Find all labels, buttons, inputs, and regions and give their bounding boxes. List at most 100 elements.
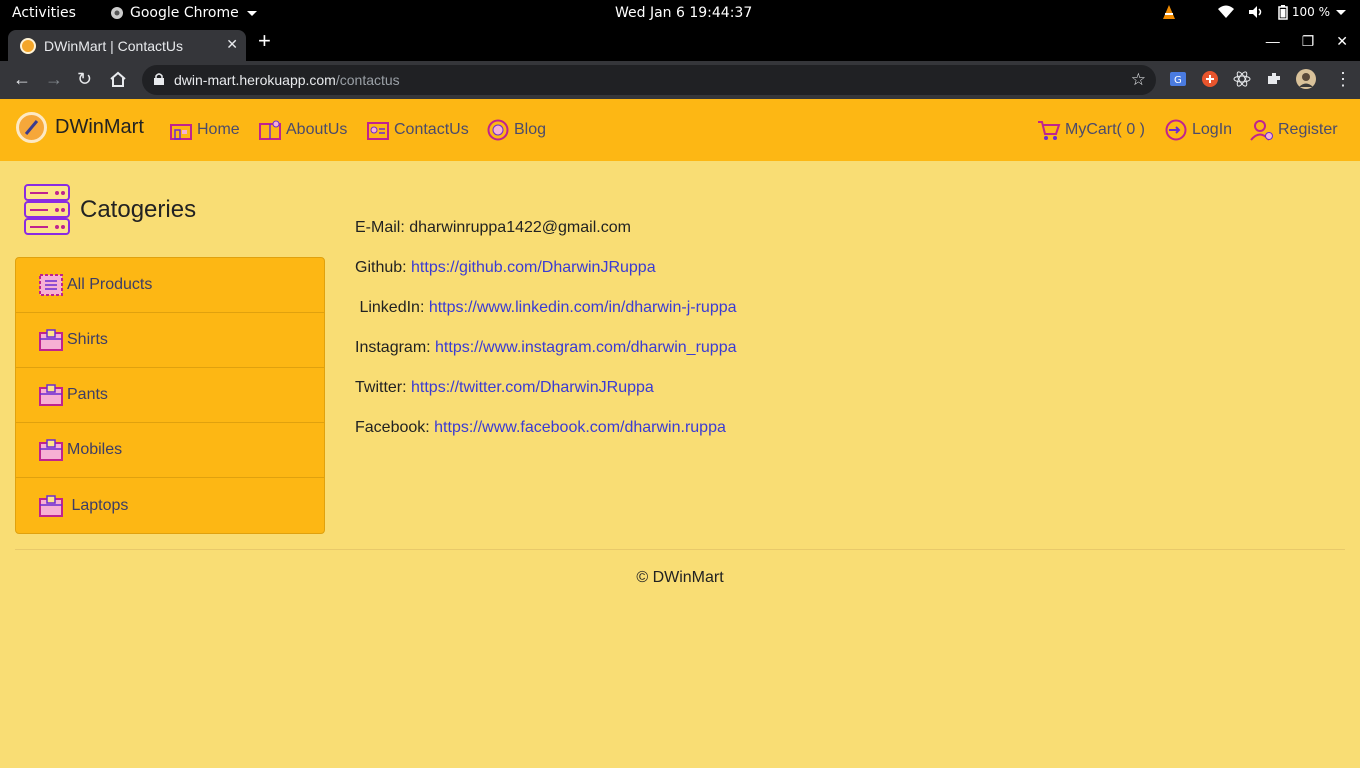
twitter-label: Twitter:: [355, 379, 412, 396]
tab-strip: DWinMart | ContactUs ✕: [0, 27, 1360, 61]
linkedin-link[interactable]: https://www.linkedin.com/in/dharwin-j-ru…: [429, 299, 737, 316]
browser-tab[interactable]: DWinMart | ContactUs ✕: [8, 30, 246, 61]
email-label: E-Mail:: [355, 219, 410, 236]
chevron-down-icon: [1336, 9, 1346, 15]
back-icon[interactable]: ←: [13, 69, 31, 89]
category-mobiles[interactable]: Mobiles: [16, 423, 324, 478]
footer-copyright: © DWinMart: [636, 569, 724, 586]
linkedin-label: LinkedIn:: [355, 299, 429, 316]
nav-home-label: Home: [197, 121, 240, 138]
nav-aboutus[interactable]: AboutUs: [258, 119, 347, 141]
nav-login-label: LogIn: [1192, 121, 1233, 138]
volume-icon: [1248, 6, 1262, 18]
plus-extension-icon[interactable]: [1201, 70, 1219, 88]
category-label: All Products: [67, 276, 153, 293]
battery-percent: 100 %: [1291, 5, 1330, 19]
category-label: Pants: [67, 386, 108, 403]
store-icon: [170, 124, 192, 140]
reload-icon[interactable]: ↻: [77, 69, 92, 89]
email-value: dharwinruppa1422@gmail.com: [409, 219, 631, 236]
box-icon: [39, 494, 63, 517]
category-label: Mobiles: [67, 441, 123, 458]
extensions-puzzle-icon[interactable]: [1265, 70, 1283, 88]
chevron-down-icon: [246, 10, 257, 16]
window-controls: — ❐ ✕: [1266, 33, 1348, 50]
address-bar[interactable]: dwin-mart.herokuapp.com/contactus ☆: [142, 65, 1156, 95]
os-top-bar: Activities Google Chrome Wed Jan 6 19:44…: [0, 0, 1360, 27]
clock[interactable]: Wed Jan 6 19:44:37: [615, 5, 752, 21]
tab-title: DWinMart | ContactUs: [44, 38, 183, 54]
contact-info: E-Mail: dharwinruppa1422@gmail.com Githu…: [355, 219, 737, 459]
login-icon: [1165, 119, 1187, 141]
svg-text:G: G: [1174, 75, 1182, 86]
instagram-link[interactable]: https://www.instagram.com/dharwin_ruppa: [435, 339, 736, 356]
brand-name: DWinMart: [55, 116, 144, 138]
user-add-icon: [1250, 120, 1273, 141]
profile-avatar[interactable]: [1295, 68, 1317, 90]
bookmark-star-icon[interactable]: ☆: [1131, 70, 1146, 90]
nav-blog[interactable]: Blog: [486, 119, 546, 141]
brand-link[interactable]: DWinMart: [16, 112, 144, 143]
contact-twitter-row: Twitter: https://twitter.com/DharwinJRup…: [355, 379, 737, 419]
url-path: /contactus: [335, 72, 400, 88]
category-label: Shirts: [67, 331, 108, 348]
contact-linkedin-row: LinkedIn: https://www.linkedin.com/in/dh…: [355, 299, 737, 339]
home-icon[interactable]: [109, 71, 127, 88]
nav-aboutus-label: AboutUs: [286, 121, 348, 138]
footer-divider: [15, 549, 1345, 550]
forward-icon[interactable]: →: [45, 69, 63, 89]
category-laptops[interactable]: Laptops: [16, 478, 324, 533]
nav-contactus[interactable]: ContactUs: [366, 119, 469, 141]
cart-icon: [1038, 121, 1061, 140]
url-text: dwin-mart.herokuapp.com/contactus: [174, 72, 400, 88]
contact-github-row: Github: https://github.com/DharwinJRuppa: [355, 259, 737, 299]
minimize-icon[interactable]: —: [1266, 33, 1280, 50]
contact-card-icon: [367, 122, 389, 140]
nav-blog-label: Blog: [514, 121, 547, 138]
twitter-link[interactable]: https://twitter.com/DharwinJRuppa: [411, 379, 654, 396]
system-tray[interactable]: 100 %: [1162, 4, 1346, 20]
activities-button[interactable]: Activities: [12, 5, 76, 21]
battery-icon: [1278, 4, 1288, 20]
kebab-menu-icon[interactable]: ⋮: [1334, 69, 1352, 89]
facebook-label: Facebook:: [355, 419, 435, 436]
github-link[interactable]: https://github.com/DharwinJRuppa: [411, 259, 656, 276]
category-pants[interactable]: Pants: [16, 368, 324, 423]
box-icon: [39, 384, 63, 406]
contact-instagram-row: Instagram: https://www.instagram.com/dha…: [355, 339, 737, 379]
vlc-icon: [1162, 5, 1175, 19]
chrome-icon: [111, 7, 123, 19]
restore-icon[interactable]: ❐: [1302, 33, 1315, 50]
facebook-link[interactable]: https://www.facebook.com/dharwin.ruppa: [434, 419, 726, 436]
nav-mycart[interactable]: MyCart( 0 ): [1037, 119, 1145, 141]
category-label: Laptops: [67, 496, 129, 514]
category-all-products[interactable]: All Products: [16, 258, 324, 313]
react-devtools-icon[interactable]: [1233, 70, 1251, 88]
nav-login[interactable]: LogIn: [1164, 119, 1232, 141]
instagram-label: Instagram:: [355, 339, 436, 356]
new-tab-button[interactable]: +: [258, 30, 271, 52]
categories-title: Catogeries: [80, 196, 197, 223]
app-menu[interactable]: Google Chrome: [110, 5, 257, 21]
favicon-icon: [20, 38, 36, 54]
box-icon: [39, 329, 63, 351]
box-icon: [39, 439, 63, 461]
lock-icon: [154, 73, 164, 85]
nav-register-label: Register: [1278, 121, 1338, 138]
list-box-icon: [39, 274, 63, 296]
contact-facebook-row: Facebook: https://www.facebook.com/dharw…: [355, 419, 737, 459]
categories-list: All Products Shirts Pants Mobiles Laptop…: [15, 257, 325, 534]
github-label: Github:: [355, 259, 412, 276]
close-window-icon[interactable]: ✕: [1336, 33, 1348, 50]
url-host: dwin-mart.herokuapp.com: [174, 72, 336, 88]
nav-home[interactable]: Home: [169, 119, 240, 141]
nav-contactus-label: ContactUs: [394, 121, 469, 138]
nav-register[interactable]: Register: [1250, 119, 1338, 141]
wifi-icon: [1217, 5, 1234, 18]
category-shirts[interactable]: Shirts: [16, 313, 324, 368]
blog-icon: [487, 119, 509, 141]
book-icon: [259, 120, 281, 140]
app-menu-label: Google Chrome: [130, 5, 239, 21]
translate-extension-icon[interactable]: G: [1169, 70, 1187, 88]
close-tab-icon[interactable]: ✕: [226, 36, 238, 53]
